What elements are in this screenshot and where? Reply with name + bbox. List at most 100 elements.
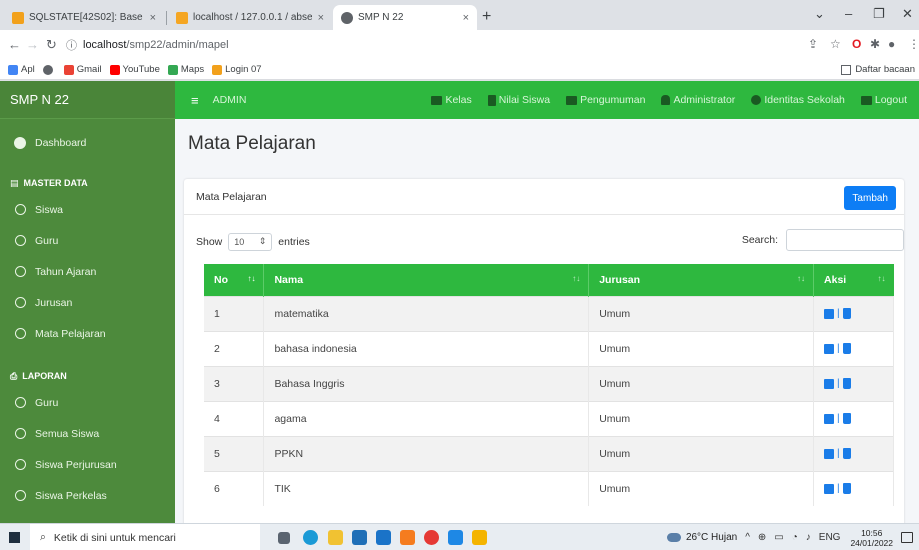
apps-grid-icon bbox=[8, 64, 18, 75]
minimize-icon[interactable]: – bbox=[845, 6, 852, 21]
bookmark-login[interactable]: Login 07 bbox=[212, 64, 262, 75]
trash-icon[interactable] bbox=[842, 448, 851, 459]
share-icon[interactable]: ⇪ bbox=[808, 37, 818, 51]
xampp-icon[interactable] bbox=[400, 530, 415, 545]
cell-no: 3 bbox=[204, 365, 265, 401]
windows-start-icon[interactable] bbox=[9, 532, 20, 543]
browser-tab-sqlstate[interactable]: SQLSTATE[42S02]: Base table × bbox=[4, 5, 164, 30]
column-header-nama[interactable]: Nama ↑↓ bbox=[263, 264, 590, 296]
battery-icon[interactable]: ▭ bbox=[774, 532, 783, 543]
browser-tab-smp[interactable]: SMP N 22 × bbox=[333, 5, 477, 30]
file-explorer-icon[interactable] bbox=[328, 530, 343, 545]
add-subject-button[interactable]: Tambah bbox=[844, 186, 896, 210]
edge-icon[interactable] bbox=[303, 530, 318, 545]
brand-logo[interactable]: SMP N 22 bbox=[0, 81, 175, 119]
reading-list[interactable]: Daftar bacaan bbox=[841, 64, 915, 75]
sidebar-item-guru[interactable]: Guru bbox=[0, 225, 175, 256]
trash-icon[interactable] bbox=[842, 483, 851, 495]
edit-icon[interactable] bbox=[824, 308, 835, 319]
nav-administrator[interactable]: Administrator bbox=[661, 94, 735, 106]
sidebar-item-siswa[interactable]: Siswa bbox=[0, 194, 175, 225]
store-icon[interactable] bbox=[352, 530, 367, 545]
taskbar-search[interactable]: ⌕ Ketik di sini untuk mencari bbox=[30, 524, 260, 550]
tab-close-icon[interactable]: × bbox=[318, 12, 324, 24]
trash-icon[interactable] bbox=[842, 343, 851, 354]
edit-icon[interactable] bbox=[824, 413, 835, 424]
mail-icon[interactable] bbox=[376, 530, 391, 545]
column-header-aksi[interactable]: Aksi ↑↓ bbox=[813, 264, 894, 296]
sidebar-item-tahun-ajaran[interactable]: Tahun Ajaran bbox=[0, 256, 175, 287]
edit-icon[interactable] bbox=[824, 448, 835, 459]
bookmark-youtube[interactable]: YouTube bbox=[109, 64, 160, 75]
bullhorn-icon bbox=[566, 95, 578, 105]
forward-arrow-icon[interactable]: → bbox=[26, 37, 39, 52]
notification-icon[interactable] bbox=[901, 532, 913, 543]
sublime-icon[interactable] bbox=[472, 530, 487, 545]
volume-icon[interactable]: ♪ bbox=[806, 532, 811, 543]
sidebar-item-jurusan[interactable]: Jurusan bbox=[0, 287, 175, 318]
bookmark-apps[interactable]: Apl bbox=[8, 64, 35, 75]
column-header-no[interactable]: No ↑↓ bbox=[204, 264, 265, 296]
bookmark-maps[interactable]: Maps bbox=[167, 64, 204, 75]
bookmark-star-icon[interactable]: ☆ bbox=[830, 37, 841, 51]
tab-close-icon[interactable]: × bbox=[150, 12, 156, 24]
close-window-icon[interactable]: ✕ bbox=[902, 6, 913, 22]
entries-select[interactable]: 10 ⇕ bbox=[228, 233, 273, 251]
new-tab-button[interactable]: + bbox=[482, 8, 491, 26]
edit-icon[interactable] bbox=[824, 378, 835, 389]
sort-asc-icon: ↑↓ bbox=[247, 274, 256, 283]
nav-kelas[interactable]: Kelas bbox=[431, 94, 472, 106]
back-arrow-icon[interactable]: ← bbox=[8, 37, 21, 52]
nav-logout[interactable]: Logout bbox=[860, 94, 907, 106]
sidebar-item-laporan-guru[interactable]: Guru bbox=[0, 387, 175, 418]
task-view-icon[interactable] bbox=[278, 532, 290, 544]
nav-pengumuman[interactable]: Pengumuman bbox=[566, 94, 645, 106]
column-header-jurusan[interactable]: Jurusan ↑↓ bbox=[588, 264, 815, 296]
tray-chevron-icon[interactable]: ^ bbox=[745, 532, 750, 543]
network-icon[interactable]: ⊕ bbox=[758, 532, 766, 543]
reload-icon[interactable]: ↻ bbox=[46, 37, 57, 53]
cell-jurusan: Umum bbox=[588, 470, 815, 506]
browser-tab-phpmyadmin[interactable]: localhost / 127.0.0.1 / absensi2 / × bbox=[168, 5, 332, 30]
menu-kebab-icon[interactable]: ⋮ bbox=[908, 37, 919, 51]
sidebar-item-semua-siswa[interactable]: Semua Siswa bbox=[0, 418, 175, 449]
edit-icon[interactable] bbox=[824, 483, 835, 494]
xampp-favicon-icon bbox=[12, 11, 24, 24]
tab-search-chevron-icon[interactable]: ⌄ bbox=[814, 6, 825, 22]
database-icon: ▤ bbox=[10, 177, 19, 188]
cell-aksi: | bbox=[813, 470, 894, 506]
tab-close-icon[interactable]: × bbox=[463, 12, 469, 24]
sidebar-item-siswa-perjurusan[interactable]: Siswa Perjurusan bbox=[0, 449, 175, 480]
sidebar-item-mata-pelajaran[interactable]: Mata Pelajaran bbox=[0, 318, 175, 349]
nav-nilai-siswa[interactable]: Nilai Siswa bbox=[487, 94, 550, 106]
vscode-icon[interactable] bbox=[448, 530, 463, 545]
opera-extension-icon[interactable]: O bbox=[852, 37, 861, 51]
sort-icon: ↑↓ bbox=[797, 274, 806, 283]
wifi-icon[interactable]: ◔ bbox=[792, 532, 798, 543]
url-path: /smp22/admin/mapel bbox=[126, 39, 229, 51]
trash-icon[interactable] bbox=[842, 378, 851, 389]
extensions-puzzle-icon[interactable]: ✱ bbox=[870, 37, 880, 51]
sidebar-item-dashboard[interactable]: Dashboard bbox=[0, 127, 175, 158]
site-info-icon[interactable]: ⓘ bbox=[66, 37, 77, 53]
trash-icon[interactable] bbox=[842, 308, 851, 319]
trash-icon[interactable] bbox=[842, 413, 851, 424]
edit-icon[interactable] bbox=[824, 343, 835, 354]
bookmark-gmail[interactable]: Gmail bbox=[63, 64, 102, 75]
url-field[interactable]: ⓘ localhost/smp22/admin/mapel bbox=[66, 34, 786, 56]
table-row: 6 TIK Umum | bbox=[204, 470, 894, 506]
nav-identitas-sekolah[interactable]: Identitas Sekolah bbox=[751, 94, 845, 106]
search-input[interactable] bbox=[786, 229, 904, 251]
youtube-icon bbox=[109, 64, 120, 75]
sidebar-item-siswa-perkelas[interactable]: Siswa Perkelas bbox=[0, 480, 175, 511]
table-header-row: No ↑↓ Nama ↑↓ Jurusan ↑↓ Aksi ↑↓ bbox=[204, 264, 894, 296]
hamburger-menu-icon[interactable]: ≡ bbox=[191, 93, 199, 108]
clock[interactable]: 10:56 24/01/2022 bbox=[850, 528, 893, 548]
maximize-icon[interactable]: ❐ bbox=[873, 6, 885, 22]
profile-avatar-icon[interactable]: ● bbox=[888, 37, 895, 51]
bookmark-globe[interactable] bbox=[42, 64, 56, 75]
cell-jurusan: Umum bbox=[588, 435, 815, 471]
language-indicator[interactable]: ENG bbox=[819, 532, 841, 543]
chrome-icon[interactable] bbox=[424, 530, 439, 545]
weather-widget[interactable]: 26°C Hujan bbox=[666, 532, 737, 543]
